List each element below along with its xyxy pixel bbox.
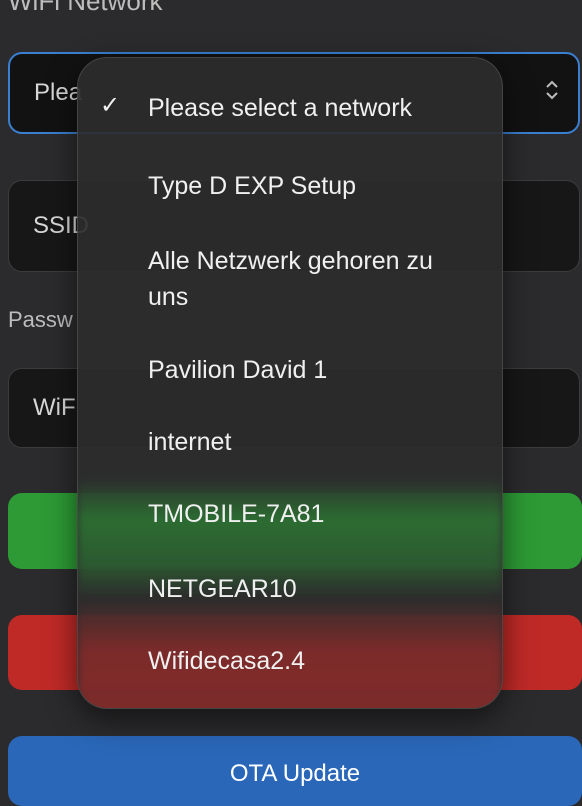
network-dropdown-menu: ✓ Please select a network Type D EXP Set… <box>77 57 503 709</box>
network-option[interactable]: internet <box>148 424 472 460</box>
checkmark-icon: ✓ <box>100 92 121 119</box>
password-label: Passw <box>8 307 73 332</box>
ota-update-label: OTA Update <box>229 760 361 787</box>
network-option[interactable]: Type D EXP Setup <box>148 168 472 204</box>
wifi-network-label: WiFi Network <box>8 0 163 16</box>
network-option[interactable]: Wifidecasa2.4 <box>148 643 472 679</box>
network-option[interactable]: NETGEAR10 <box>148 571 472 607</box>
ota-update-button[interactable]: OTA Update <box>8 736 582 806</box>
wifi-password-value: WiF <box>33 394 76 421</box>
chevron-updown-icon[interactable] <box>544 78 560 108</box>
network-option[interactable]: Please select a network <box>148 90 472 126</box>
network-select-value: Plea <box>34 79 83 106</box>
network-option[interactable]: TMOBILE-7A81 <box>148 496 472 532</box>
network-option[interactable]: Pavilion David 1 <box>148 352 472 388</box>
network-option[interactable]: Alle Netzwerk gehoren zu uns <box>148 243 468 315</box>
